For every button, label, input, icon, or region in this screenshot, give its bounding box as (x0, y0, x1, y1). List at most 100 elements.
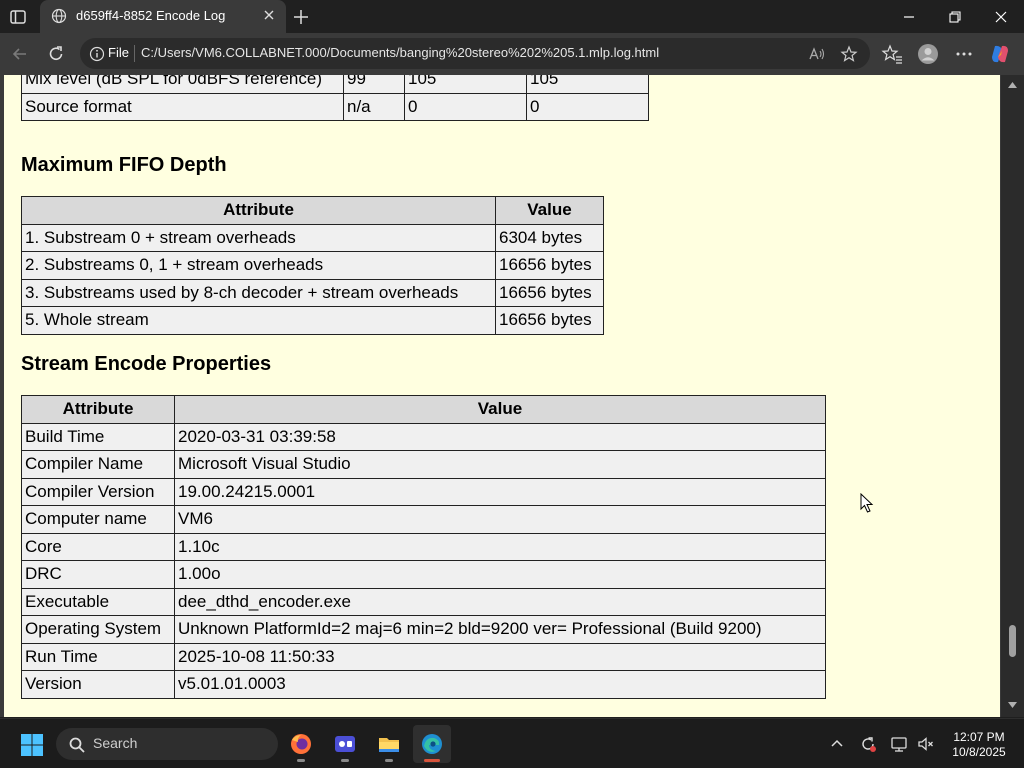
table-cell: Microsoft Visual Studio (174, 450, 826, 479)
table-cell: 2. Substreams 0, 1 + stream overheads (21, 251, 496, 280)
close-window-icon[interactable] (993, 9, 1009, 25)
table-cell: dee_dthd_encoder.exe (174, 587, 826, 616)
column-header: Value (495, 196, 604, 225)
scroll-up-icon[interactable] (1007, 81, 1018, 89)
windows-start-icon[interactable] (20, 733, 44, 757)
table-cell: 1. Substream 0 + stream overheads (21, 223, 496, 252)
system-clock[interactable]: 12:07 PM 10/8/2025 (940, 730, 1018, 760)
refresh-icon[interactable] (46, 44, 66, 64)
address-bar[interactable]: File C:/Users/VM6.COLLABNET.000/Document… (80, 38, 870, 69)
table-row: Compiler Name Microsoft Visual Studio (21, 450, 826, 479)
fifo-table: Attribute Value 1. Substream 0 + stream … (21, 196, 604, 335)
favorite-star-icon[interactable] (840, 45, 858, 63)
table-cell: 5. Whole stream (21, 306, 496, 335)
scheme-label: File (108, 45, 129, 60)
table-cell: 1.00o (174, 560, 826, 589)
table-row: Mix level (dB SPL for 0dBFS reference) 99… (21, 75, 649, 94)
search-label: Search (93, 735, 138, 751)
update-sync-icon[interactable] (859, 735, 877, 753)
encode-properties-heading: Stream Encode Properties (21, 353, 272, 375)
table-row: Executable dee_dthd_encoder.exe (21, 587, 826, 616)
clock-date: 10/8/2025 (952, 745, 1006, 759)
table-row: Computer name VM6 (21, 505, 826, 534)
table-row: Build Time 2020-03-31 03:39:58 (21, 422, 826, 451)
minimize-icon[interactable] (901, 9, 917, 25)
running-indicator (341, 759, 349, 762)
table-cell: 19.00.24215.0001 (174, 477, 826, 506)
profile-avatar-icon[interactable] (917, 43, 939, 65)
browser-tab[interactable]: d659ff4-8852 Encode Log (40, 0, 286, 33)
table-cell: 1.10c (174, 532, 826, 561)
table-row: DRC 1.00o (21, 560, 826, 589)
column-header: Attribute (21, 196, 496, 225)
table-cell: 16656 bytes (495, 306, 604, 335)
search-icon (69, 737, 85, 753)
sidebar-toggle-icon[interactable] (8, 7, 28, 27)
clock-time: 12:07 PM (953, 730, 1005, 744)
table-row: 3. Substreams used by 8-ch decoder + str… (21, 278, 604, 307)
table-cell: Run Time (21, 642, 175, 671)
scroll-down-icon[interactable] (1007, 701, 1018, 709)
taskbar-search-box[interactable]: Search (56, 728, 278, 760)
table-cell: Build Time (21, 422, 175, 451)
scroll-thumb[interactable] (1009, 625, 1016, 657)
table-cell: 99 (343, 75, 405, 94)
mouse-cursor-icon (860, 493, 874, 513)
read-aloud-icon[interactable] (808, 45, 826, 63)
edge-icon (422, 734, 442, 754)
media-app[interactable] (326, 725, 364, 763)
table-row: Core 1.10c (21, 532, 826, 561)
table-cell: 105 (526, 75, 649, 94)
media-app-icon (335, 736, 355, 752)
table-cell: Core (21, 532, 175, 561)
restore-icon[interactable] (947, 9, 963, 25)
navigation-bar: File C:/Users/VM6.COLLABNET.000/Document… (0, 33, 1024, 75)
new-tab-icon[interactable] (292, 8, 310, 26)
close-tab-icon[interactable] (262, 8, 276, 22)
file-explorer-app[interactable] (370, 725, 408, 763)
edge-app[interactable] (413, 725, 451, 763)
back-icon[interactable] (10, 44, 30, 64)
table-cell: 6304 bytes (495, 223, 604, 252)
table-cell: Compiler Name (21, 450, 175, 479)
table-cell: Executable (21, 587, 175, 616)
network-icon[interactable] (890, 735, 908, 753)
table-row: Operating System Unknown PlatformId=2 maj… (21, 615, 826, 644)
table-cell: Version (21, 670, 175, 699)
volume-muted-icon[interactable] (917, 735, 935, 753)
info-icon[interactable] (89, 46, 105, 62)
vertical-scrollbar[interactable] (1001, 75, 1024, 717)
table-cell: 0 (404, 92, 527, 121)
table-cell: v5.01.01.0003 (174, 670, 826, 699)
copilot-icon[interactable] (989, 43, 1011, 65)
table-row: Compiler Version 19.00.24215.0001 (21, 477, 826, 506)
table-cell: 16656 bytes (495, 251, 604, 280)
show-hidden-icons-icon[interactable] (828, 735, 846, 753)
taskbar: Search 12:07 PM 10/8/2025 (0, 718, 1024, 768)
table-cell: Mix level (dB SPL for 0dBFS reference) (21, 75, 344, 94)
firefox-app[interactable] (282, 725, 320, 763)
encode-properties-table: Attribute Value Build Time 2020-03-31 03:… (21, 395, 826, 699)
table-row: Version v5.01.01.0003 (21, 670, 826, 699)
tab-title: d659ff4-8852 Encode Log (76, 8, 226, 23)
running-indicator (385, 759, 393, 762)
mix-level-table: Mix level (dB SPL for 0dBFS reference) 99… (21, 75, 649, 121)
favorites-icon[interactable] (881, 43, 903, 65)
table-row: Source format n/a 0 0 (21, 92, 649, 121)
more-options-icon[interactable] (953, 43, 975, 65)
table-cell: 3. Substreams used by 8-ch decoder + str… (21, 278, 496, 307)
table-cell: 0 (526, 92, 649, 121)
title-bar: d659ff4-8852 Encode Log (0, 0, 1024, 33)
column-header: Attribute (21, 395, 175, 424)
table-row: 1. Substream 0 + stream overheads 6304 by… (21, 223, 604, 252)
page-content[interactable]: Mix level (dB SPL for 0dBFS reference) 99… (4, 75, 1000, 717)
table-cell: Operating System (21, 615, 175, 644)
firefox-icon (291, 734, 311, 754)
running-indicator (424, 759, 440, 762)
table-cell: 105 (404, 75, 527, 94)
fifo-heading: Maximum FIFO Depth (21, 154, 227, 176)
page-viewport: Mix level (dB SPL for 0dBFS reference) 99… (0, 75, 1024, 717)
url-text[interactable]: C:/Users/VM6.COLLABNET.000/Documents/ban… (141, 45, 659, 60)
table-cell: Unknown PlatformId=2 maj=6 min=2 bld=920… (174, 615, 826, 644)
table-cell: Computer name (21, 505, 175, 534)
